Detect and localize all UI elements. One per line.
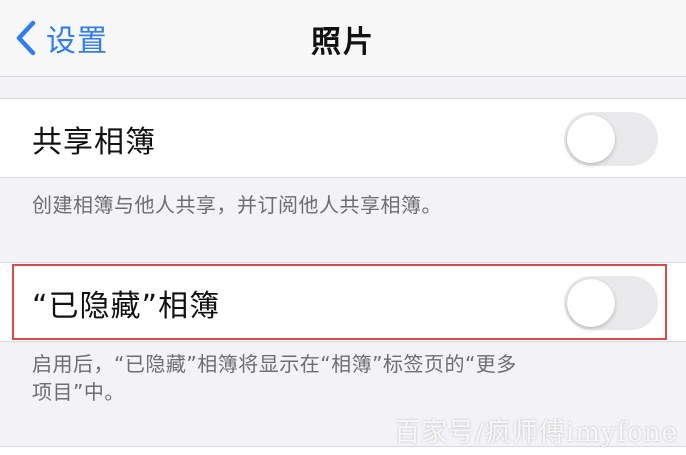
hidden-album-footer-line1: 启用后，“已隐藏”相簿将显示在“相簿”标签页的“更多 [32, 352, 517, 376]
shared-albums-row: 共享相簿 [0, 98, 686, 178]
hidden-album-row: “已隐藏”相簿 [0, 262, 686, 342]
toggle-knob [567, 115, 615, 163]
shared-albums-footer: 创建相簿与他人共享，并订阅他人共享相簿。 [32, 193, 442, 217]
toggle-knob [567, 279, 615, 327]
shared-albums-toggle[interactable] [564, 112, 658, 166]
hidden-album-label: “已隐藏”相簿 [32, 289, 221, 324]
hidden-album-footer-line2: 项目”中。 [32, 380, 125, 404]
hidden-album-toggle[interactable] [564, 276, 658, 330]
page-title: 照片 [311, 25, 375, 60]
watermark: 百家号/疯师傅imyfone [394, 418, 678, 448]
shared-albums-label: 共享相簿 [32, 125, 156, 160]
hidden-album-footer: 启用后，“已隐藏”相簿将显示在“相簿”标签页的“更多 项目”中。 [32, 350, 632, 406]
navigation-bar: 设置 照片 [0, 0, 686, 77]
